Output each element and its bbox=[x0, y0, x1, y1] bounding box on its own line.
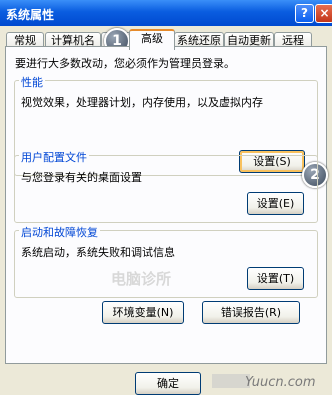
ok-button[interactable]: 确定 bbox=[135, 372, 201, 395]
profiles-title: 用户配置文件 bbox=[19, 149, 89, 165]
startup-settings-button[interactable]: 设置(T) bbox=[247, 267, 304, 290]
startup-desc: 系统启动，系统失败和调试信息 bbox=[21, 246, 175, 259]
site-watermark: Yuucn.com bbox=[245, 375, 316, 390]
admin-notice: 要进行大多数改动，您必须作为管理员登录。 bbox=[15, 57, 235, 70]
tab-strip: 常规 计算机名 硬件 高级 系统还原 自动更新 远程 bbox=[5, 29, 327, 50]
advanced-panel: 要进行大多数改动，您必须作为管理员登录。 性能 视觉效果，处理器计划，内存使用，… bbox=[5, 46, 328, 364]
performance-title: 性能 bbox=[19, 74, 45, 90]
environment-variables-button[interactable]: 环境变量(N) bbox=[102, 301, 184, 324]
startup-recovery-group: 启动和故障恢复 系统启动，系统失败和调试信息 设置(T) bbox=[14, 224, 318, 298]
window-title: 系统属性 bbox=[6, 8, 55, 22]
tab-advanced[interactable]: 高级 bbox=[129, 29, 175, 50]
startup-title: 启动和故障恢复 bbox=[19, 224, 100, 240]
profiles-settings-button[interactable]: 设置(E) bbox=[247, 192, 304, 215]
title-bar[interactable]: 系统属性 ? × bbox=[0, 0, 332, 26]
profiles-desc: 与您登录有关的桌面设置 bbox=[21, 171, 142, 184]
performance-desc: 视觉效果，处理器计划，内存使用，以及虚拟内存 bbox=[21, 96, 263, 109]
close-button[interactable]: × bbox=[315, 4, 332, 23]
help-button[interactable]: ? bbox=[295, 4, 314, 23]
system-properties-window: 系统属性 ? × 常规 计算机名 硬件 高级 系统还原 自动更新 远程 1 要进… bbox=[0, 0, 332, 395]
user-profiles-group: 用户配置文件 与您登录有关的桌面设置 设置(E) bbox=[14, 149, 318, 223]
error-reporting-button[interactable]: 错误报告(R) bbox=[202, 301, 300, 324]
